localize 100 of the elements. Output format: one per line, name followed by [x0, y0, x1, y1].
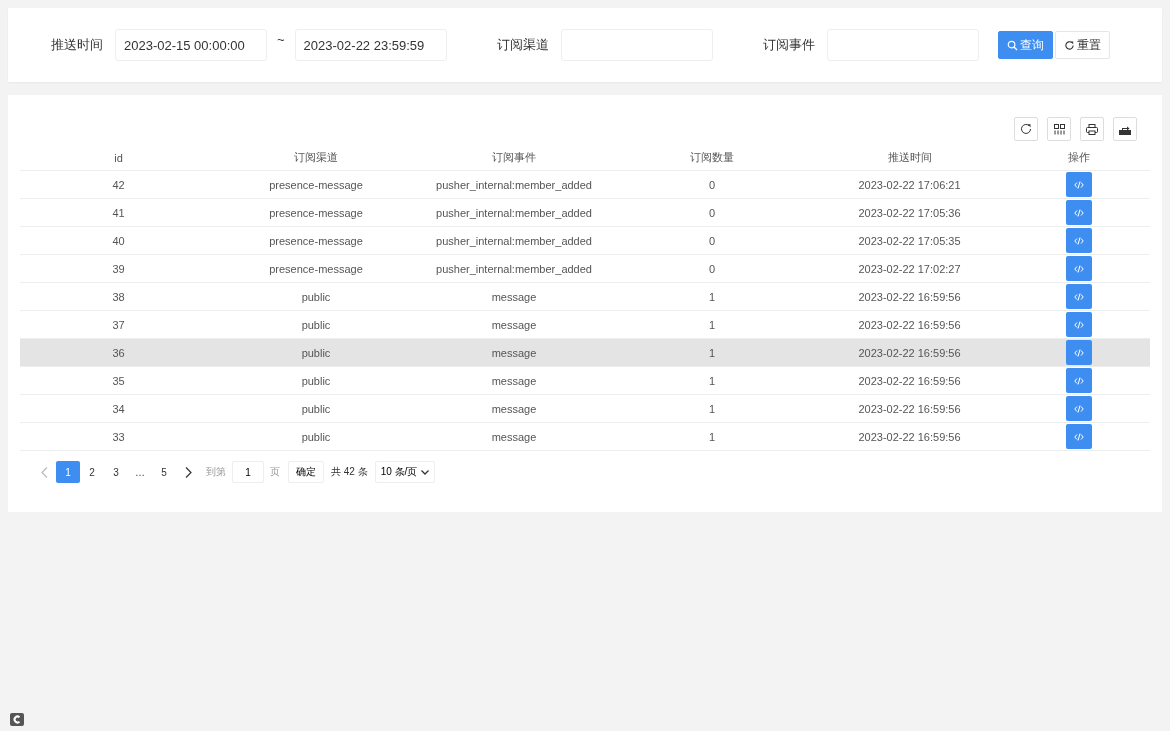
code-icon — [1074, 376, 1084, 385]
view-code-button[interactable] — [1066, 340, 1092, 365]
page-button[interactable]: 3 — [104, 461, 128, 483]
code-icon — [1074, 236, 1084, 245]
column-header: 推送时间 — [886, 150, 933, 165]
table-cell-text: public — [300, 318, 332, 331]
table-cell-text: presence-message — [268, 206, 364, 219]
view-code-button[interactable] — [1066, 256, 1092, 281]
total-count: 共 42 条 — [331, 465, 368, 479]
table-cell-text: 0 — [707, 262, 717, 275]
table-cell-text: 42 — [111, 178, 126, 191]
table-cell-text: 40 — [111, 234, 126, 247]
column-header: 订阅数量 — [689, 150, 735, 165]
page-button[interactable]: 2 — [80, 461, 104, 483]
table-cell-text: public — [300, 290, 332, 303]
start-time-field[interactable]: 2023-02-15 00:00:00 — [115, 29, 267, 61]
table-cell-text: public — [300, 402, 332, 415]
column-header: id — [113, 151, 124, 164]
view-code-button[interactable] — [1066, 424, 1092, 449]
table-cell-text: 2023-02-22 17:05:36 — [857, 206, 962, 219]
table-cell-text: 2023-02-22 17:05:35 — [857, 234, 962, 247]
table-cell-text: 2023-02-22 16:59:56 — [857, 346, 962, 359]
time-label: 推送时间 — [51, 36, 103, 54]
print-button[interactable] — [1080, 117, 1104, 141]
page-number-field[interactable]: 1 — [232, 461, 264, 483]
table-cell-text: 0 — [707, 206, 717, 219]
view-code-button[interactable] — [1066, 228, 1092, 253]
table-cell-text: pusher_internal:member_added — [435, 206, 593, 219]
table-cell-text: message — [490, 374, 538, 387]
table-cell-text: public — [300, 346, 332, 359]
table-cell-text: pusher_internal:member_added — [435, 262, 593, 275]
view-code-button[interactable] — [1066, 312, 1092, 337]
code-icon — [1074, 404, 1084, 413]
table-cell-text: 2023-02-22 16:59:56 — [857, 290, 962, 303]
table-cell-text: 1 — [707, 374, 717, 387]
end-time-field[interactable]: 2023-02-22 23:59:59 — [294, 29, 447, 61]
table-cell-text: public — [300, 430, 332, 443]
chevron-left-icon — [40, 466, 48, 478]
table-cell-text: 37 — [111, 318, 126, 331]
table-cell-text: 2023-02-22 16:59:56 — [857, 318, 962, 331]
table-cell-text: 35 — [111, 374, 126, 387]
table-cell-text: 1 — [707, 290, 717, 303]
table-cell-text: message — [490, 318, 538, 331]
code-icon — [1074, 432, 1084, 441]
chevron-right-icon — [184, 466, 192, 478]
code-icon — [1074, 264, 1084, 273]
table-cell-text: 36 — [111, 346, 126, 359]
range-separator: ~ — [277, 31, 285, 47]
refresh-icon — [1063, 39, 1075, 51]
refresh-button[interactable] — [1014, 117, 1038, 141]
printer-icon — [1086, 123, 1098, 135]
table-cell-text: 39 — [111, 262, 126, 275]
table-cell-text: pusher_internal:member_added — [435, 234, 593, 247]
view-code-button[interactable] — [1066, 368, 1092, 393]
table-cell-text: presence-message — [268, 178, 364, 191]
page-button[interactable]: … — [128, 461, 152, 483]
table-cell-text: 34 — [111, 402, 126, 415]
code-icon — [1074, 320, 1084, 329]
table-cell-text: 1 — [707, 346, 717, 359]
table-cell-text: 2023-02-22 17:02:27 — [857, 262, 962, 275]
search-icon — [1006, 39, 1018, 51]
view-code-button[interactable] — [1066, 172, 1092, 197]
table-cell-text: message — [490, 402, 538, 415]
table-cell-text: public — [300, 374, 332, 387]
table-cell-text: 1 — [707, 430, 717, 443]
table-cell-text: 0 — [707, 178, 717, 191]
code-icon — [1074, 292, 1084, 301]
table-cell-text: presence-message — [268, 262, 364, 275]
page-button[interactable]: 5 — [152, 461, 176, 483]
code-icon — [1074, 208, 1084, 217]
table-cell-text: 1 — [707, 402, 717, 415]
table-cell-text: 41 — [111, 206, 126, 219]
table-cell-text: presence-message — [268, 234, 364, 247]
table-cell-text: message — [490, 430, 538, 443]
table-cell-text: pusher_internal:member_added — [435, 178, 593, 191]
chevron-down-icon — [421, 469, 430, 475]
columns-button[interactable] — [1047, 117, 1071, 141]
table-cell-text: 2023-02-22 16:59:56 — [857, 374, 962, 387]
view-code-button[interactable] — [1066, 284, 1092, 309]
view-code-button[interactable] — [1066, 396, 1092, 421]
table-cell-text: 2023-02-22 16:59:56 — [857, 430, 962, 443]
goto-label: 到第 — [206, 465, 226, 479]
page-unit-label: 页 — [270, 465, 280, 479]
refresh-icon — [1020, 123, 1032, 135]
table-cell-text: message — [490, 290, 538, 303]
table-cell-text: 2023-02-22 16:59:56 — [857, 402, 962, 415]
page-size-dropdown[interactable]: 10 条/页 — [374, 461, 436, 483]
table-cell-text: 38 — [111, 290, 126, 303]
export-button[interactable] — [1113, 117, 1137, 141]
column-header: 订阅渠道 — [293, 150, 339, 165]
confirm-button[interactable]: 确定 — [288, 461, 324, 483]
table-cell-text: 0 — [707, 234, 717, 247]
table-cell-text: 33 — [111, 430, 126, 443]
code-icon — [1074, 180, 1084, 189]
table-cell-text: message — [490, 346, 538, 359]
table-cell-text: 2023-02-22 17:06:21 — [857, 178, 962, 191]
app-logo-icon — [10, 713, 24, 726]
reset-button[interactable]: 重置 — [1054, 31, 1110, 59]
view-code-button[interactable] — [1066, 200, 1092, 225]
grid-icon — [1053, 123, 1065, 135]
